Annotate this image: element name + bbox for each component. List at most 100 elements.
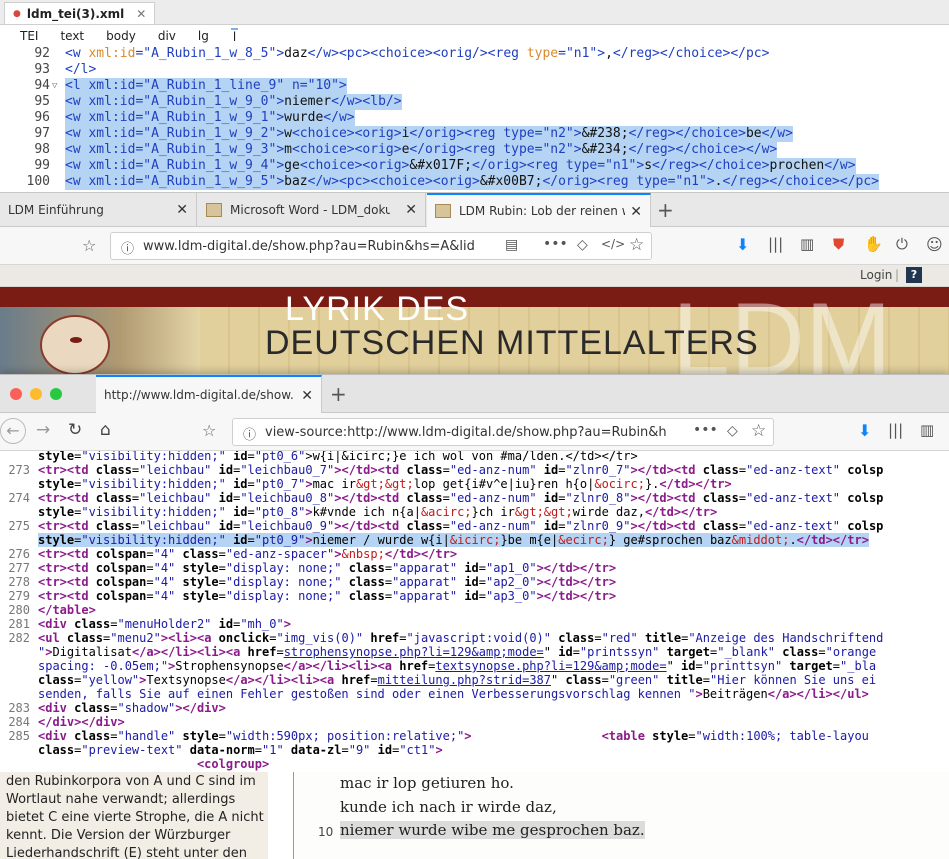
line-number: 277: [8, 561, 30, 575]
zoom-window-icon[interactable]: [50, 388, 62, 400]
browser-window-front: http://www.ldm-digital.de/show.php ✕ + ←…: [0, 374, 949, 773]
pocket-icon[interactable]: ◇: [577, 237, 588, 253]
banner-title-line2: DEUTSCHEN MITTELALTERS: [265, 324, 759, 362]
bookmark-star-outline-icon[interactable]: ☆: [82, 236, 96, 255]
fold-toggle-icon[interactable]: ▽: [52, 78, 57, 94]
breadcrumb-item[interactable]: body: [106, 29, 136, 43]
code-text: </l>: [65, 62, 97, 77]
line-number: 280: [8, 603, 30, 617]
code-text: <w xml:id="A_Rubin_1_w_9_1">wurde</w>: [65, 110, 355, 126]
url-bar[interactable]: ⓘ www.ldm-digital.de/show.php?au=Rubin&h…: [110, 232, 652, 260]
forward-button-icon[interactable]: →: [36, 420, 50, 440]
page-favicon-icon: [435, 204, 451, 218]
bookmark-star-icon[interactable]: ☆: [629, 235, 644, 255]
info-icon[interactable]: ⓘ: [243, 424, 256, 443]
line-number: 273: [8, 463, 30, 477]
breadcrumb-item[interactable]: TEI: [20, 29, 38, 43]
minimize-window-icon[interactable]: [30, 388, 42, 400]
tab-ldm-rubin[interactable]: LDM Rubin: Lob der reinen wibe ✕: [427, 193, 651, 227]
download-icon[interactable]: ⬇: [858, 421, 871, 440]
help-button[interactable]: ?: [906, 267, 922, 283]
breadcrumb-item[interactable]: l: [230, 28, 239, 44]
source-text: senden, falls Sie auf einen Fehler gesto…: [38, 687, 869, 701]
source-line: 274 <tr><td class="leichbau" id="leichbau…: [0, 491, 949, 505]
editor-tab[interactable]: ● ldm_tei(3).xml ✕: [4, 2, 156, 24]
library-icon[interactable]: |||: [888, 421, 903, 439]
bookmark-star-outline-icon[interactable]: ☆: [202, 421, 216, 440]
line-number: 94: [34, 78, 50, 93]
divider: |: [895, 268, 900, 282]
sidebar-icon[interactable]: ▥: [800, 235, 814, 253]
commentary-line: kennt. Die Version der Würzburger: [6, 828, 231, 843]
line-number: 96: [34, 110, 50, 125]
close-tab-icon[interactable]: ✕: [405, 202, 417, 218]
view-source-icon[interactable]: </>: [601, 237, 625, 251]
line-number: 95: [34, 94, 50, 109]
shield-icon[interactable]: ⛊: [833, 235, 844, 253]
view-source-code[interactable]: style="visibility:hidden;" id="pt0_6">w{…: [0, 451, 949, 773]
source-text: style="visibility:hidden;" id="pt0_7">ma…: [38, 477, 732, 491]
line-number: 274: [8, 491, 30, 505]
breadcrumb-item[interactable]: text: [60, 29, 84, 43]
face-illustration: [40, 315, 110, 375]
tab-label: LDM Einführung: [8, 203, 104, 217]
code-text: <w xml:id="A_Rubin_1_w_9_4">ge<choice><o…: [65, 158, 856, 174]
tab-microsoft-word[interactable]: Microsoft Word - LDM_doku_pr ✕: [198, 193, 426, 227]
page-actions-icon[interactable]: •••: [543, 236, 568, 252]
xml-breadcrumb: TEI text body div lg l: [0, 26, 949, 46]
unsaved-dot-icon: ●: [13, 8, 21, 19]
url-bar[interactable]: ⓘ view-source:http://www.ldm-digital.de/…: [232, 418, 774, 446]
source-line: 278 <tr><td colspan="4" style="display: n…: [0, 575, 949, 589]
line-number: 284: [8, 715, 30, 729]
reload-icon[interactable]: ↻: [68, 420, 82, 440]
source-text: style="visibility:hidden;" id="pt0_6">w{…: [38, 451, 638, 463]
close-tab-icon[interactable]: ✕: [136, 7, 146, 21]
pocket-icon[interactable]: ◇: [727, 423, 738, 439]
source-line: style="visibility:hidden;" id="pt0_9">ni…: [0, 533, 949, 547]
verse-line: mac ir lop getiuren ho.: [340, 774, 514, 792]
breadcrumb-item[interactable]: div: [158, 29, 176, 43]
power-icon[interactable]: ⏻: [896, 235, 908, 253]
new-tab-icon[interactable]: +: [330, 382, 347, 406]
code-line: 92 <w xml:id="A_Rubin_1_w_8_5">daz</w><pc…: [0, 46, 949, 62]
new-tab-icon[interactable]: +: [657, 198, 674, 222]
sidebar-icon[interactable]: ▥: [920, 421, 934, 439]
login-link[interactable]: Login: [860, 268, 892, 282]
reader-view-icon[interactable]: ▤: [505, 237, 518, 253]
close-tab-icon[interactable]: ✕: [630, 204, 642, 220]
source-line: <colgroup>: [0, 757, 949, 771]
extension-icon[interactable]: ✋: [864, 235, 883, 253]
commentary-line: Liederhandschrift (E) steht unter den: [6, 846, 247, 859]
line-number: 98: [34, 142, 50, 157]
home-icon[interactable]: ⌂: [100, 420, 111, 440]
editor-tab-bar: ● ldm_tei(3).xml ✕: [0, 0, 949, 25]
xml-editor-window: ● ldm_tei(3).xml ✕ TEI text body div lg l 92 <…: [0, 0, 949, 200]
source-line: 277 <tr><td colspan="4" style="display: n…: [0, 561, 949, 575]
tab-ldm-einfuehrung[interactable]: LDM Einführung ✕: [0, 193, 197, 227]
source-text: <ul class="menu2"><li><a onclick="img_vi…: [38, 631, 884, 645]
browser-tab-strip: http://www.ldm-digital.de/show.php ✕ +: [0, 375, 949, 413]
commentary-panel: den Rubinkorpora von A und C sind im Wor…: [0, 772, 268, 859]
page-actions-icon[interactable]: •••: [693, 422, 718, 438]
source-text: <tr><td colspan="4" class="ed-anz-spacer…: [38, 547, 458, 561]
close-window-icon[interactable]: [10, 388, 22, 400]
code-line: 98 <w xml:id="A_Rubin_1_w_9_3">m<choice><…: [0, 142, 949, 158]
code-line: 100 <w xml:id="A_Rubin_1_w_9_5">baz</w><p…: [0, 174, 949, 190]
breadcrumb-item[interactable]: lg: [198, 29, 209, 43]
close-tab-icon[interactable]: ✕: [176, 202, 188, 218]
bookmark-star-icon[interactable]: ☆: [751, 421, 766, 441]
info-icon[interactable]: ⓘ: [121, 238, 134, 257]
library-icon[interactable]: |||: [768, 235, 783, 253]
source-line: style="visibility:hidden;" id="pt0_8">k#…: [0, 505, 949, 519]
line-number: 282: [8, 631, 30, 645]
browser-toolbar: ← → ↻ ⌂ ☆ ⓘ view-source:http://www.ldm-d…: [0, 413, 949, 451]
commentary-line: bietet C eine vierte Strophe, die A nich…: [6, 810, 264, 825]
source-line: 281 <div class="menuHolder2" id="mh_0">: [0, 617, 949, 631]
download-icon[interactable]: ⬇: [736, 235, 749, 254]
back-button-icon[interactable]: ←: [0, 418, 26, 444]
tab-view-source[interactable]: http://www.ldm-digital.de/show.php ✕: [96, 375, 322, 413]
account-icon[interactable]: ☺: [926, 235, 943, 254]
source-text: <tr><td colspan="4" style="display: none…: [38, 575, 617, 589]
close-tab-icon[interactable]: ✕: [301, 388, 313, 404]
browser-toolbar: ☆ ⓘ www.ldm-digital.de/show.php?au=Rubin…: [0, 227, 949, 265]
